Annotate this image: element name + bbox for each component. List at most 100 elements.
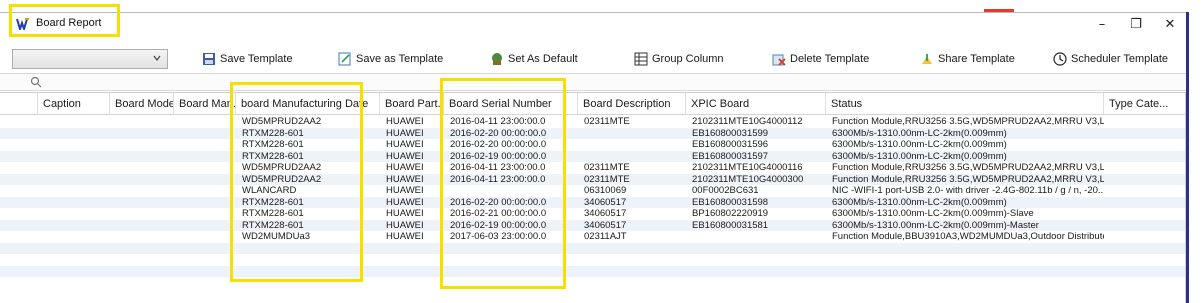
share-icon — [922, 54, 932, 64]
table-cell — [2, 266, 38, 278]
save-as-template-label: Save as Template — [356, 53, 444, 65]
table-cell: EB160800031598 — [692, 196, 769, 208]
table-cell — [580, 128, 686, 140]
table-cell — [688, 243, 826, 255]
table-row[interactable] — [0, 242, 1185, 255]
table-cell — [40, 243, 110, 255]
board-report-window: Board Report – ❐ ✕ Save Template Save as… — [0, 12, 1188, 303]
table-cell: HUAWEI — [386, 219, 424, 231]
board-report-table: Caption Board Model Board Man... board Manu… — [0, 92, 1186, 303]
table-cell — [40, 162, 110, 174]
table-row[interactable]: WD5MPRUD2AA2 HUAWEI 2016-04-11 23:00:00.0 0… — [0, 116, 1185, 128]
table-cell — [40, 254, 110, 266]
table-cell — [2, 116, 38, 128]
table-row[interactable]: RTXM228-601 HUAWEI 2016-02-20 00:00:00.0 34… — [0, 196, 1185, 209]
column-header[interactable]: Board Part... — [380, 93, 444, 115]
search-icon[interactable] — [30, 76, 44, 90]
table-cell — [176, 277, 236, 289]
table-cell — [1106, 162, 1185, 174]
table-cell — [2, 231, 38, 243]
column-header[interactable]: Board Description — [578, 93, 686, 115]
highlight-box-title — [9, 4, 120, 37]
table-cell: 02311MTE — [584, 162, 630, 173]
table-cell — [40, 208, 110, 220]
table-cell — [1106, 151, 1185, 163]
table-cell — [112, 139, 174, 151]
table-cell — [112, 128, 174, 140]
table-row[interactable]: WD2MUMDUa3 HUAWEI 2017-06-03 23:00:00.0 023… — [0, 231, 1185, 243]
scheduler-template-label: Scheduler Template — [1071, 53, 1169, 65]
table-cell: Function Module,RRU3256 3.5G,WD5MPRUD2AA… — [832, 173, 1104, 185]
column-header[interactable]: Board Model — [110, 93, 174, 115]
table-row[interactable] — [0, 254, 1185, 266]
table-cell: EB160800031581 — [692, 219, 769, 231]
table-row[interactable]: WD5MPRUD2AA2 HUAWEI 2016-04-11 23:00:00.0 0… — [0, 173, 1185, 186]
table-cell: EB160800031597 — [692, 150, 769, 162]
desktop-strip — [0, 0, 1202, 12]
table-cell — [40, 197, 110, 209]
column-header[interactable]: Board Man... — [174, 93, 236, 115]
table-cell — [176, 162, 236, 174]
table-row[interactable] — [0, 265, 1185, 278]
table-cell — [1106, 277, 1185, 289]
save-template-button[interactable]: Save Template — [202, 49, 293, 69]
delete-template-button[interactable]: Delete Template — [772, 49, 869, 69]
table-cell — [1106, 266, 1185, 278]
delete-icon — [772, 54, 786, 66]
table-cell — [1106, 197, 1185, 209]
close-button[interactable]: ✕ — [1152, 13, 1188, 35]
table-cell — [580, 266, 686, 278]
table-row[interactable]: RTXM228-601 HUAWEI 2016-02-20 00:00:00.0 EB… — [0, 139, 1185, 151]
scheduler-template-button[interactable]: Scheduler Template — [1053, 49, 1168, 69]
table-row[interactable]: RTXM228-601 HUAWEI 2016-02-20 00:00:00.0 EB… — [0, 127, 1185, 140]
table-cell — [176, 208, 236, 220]
table-cell: HUAWEI — [386, 150, 424, 162]
maximize-button[interactable]: ❐ — [1118, 13, 1154, 35]
table-cell — [176, 254, 236, 266]
column-header[interactable]: Type Cate... — [1104, 93, 1185, 115]
column-header[interactable]: Caption — [38, 93, 110, 115]
table-cell — [1106, 174, 1185, 186]
table-row[interactable] — [0, 277, 1185, 289]
table-cell: 02311MTE — [584, 173, 630, 185]
table-cell: HUAWEI — [386, 231, 424, 242]
table-cell: 34060517 — [584, 219, 627, 231]
table-cell — [382, 277, 444, 289]
table-cell: HUAWEI — [386, 162, 424, 173]
table-cell — [1106, 128, 1185, 140]
table-row[interactable]: RTXM228-601 HUAWEI 2016-02-19 00:00:00.0 EB… — [0, 150, 1185, 163]
table-cell — [382, 266, 444, 278]
table-cell: 6300Mb/s-1310.00nm-LC-2km(0.009mm) — [832, 196, 1007, 208]
table-cell: HUAWEI — [386, 196, 424, 208]
table-cell — [2, 139, 38, 151]
table-cell — [176, 128, 236, 140]
chevron-down-icon — [153, 55, 161, 61]
table-cell — [112, 116, 174, 128]
table-cell: HUAWEI — [386, 116, 424, 127]
table-cell: Function Module,RRU3256 3.5G,WD5MPRUD2AA… — [832, 162, 1104, 173]
table-row[interactable]: WLANCARD HUAWEI 06310069 00F0002BC631 NIC -W… — [0, 185, 1185, 197]
table-cell — [688, 266, 826, 278]
share-template-button[interactable]: Share Template — [920, 49, 1015, 69]
table-cell — [176, 266, 236, 278]
table-cell — [580, 243, 686, 255]
table-cell: 6300Mb/s-1310.00nm-LC-2km(0.009mm)-Maste… — [832, 219, 1039, 231]
set-as-default-button[interactable]: Set As Default — [490, 49, 578, 69]
group-column-button[interactable]: Group Column — [634, 49, 724, 69]
table-row[interactable]: RTXM228-601 HUAWEI 2016-02-21 00:00:00.0 34… — [0, 208, 1185, 220]
table-row[interactable]: WD5MPRUD2AA2 HUAWEI 2016-04-11 23:00:00.0 0… — [0, 162, 1185, 174]
table-cell — [1106, 220, 1185, 232]
set-as-default-label: Set As Default — [508, 53, 578, 65]
table-cell: HUAWEI — [386, 208, 424, 219]
save-as-template-button[interactable]: Save as Template — [338, 49, 443, 69]
table-cell — [828, 277, 1104, 289]
column-header[interactable]: XPIC Board — [686, 93, 826, 115]
template-select[interactable] — [12, 49, 168, 69]
table-cell: Function Module,BBU3910A3,WD2MUMDUa3,Out… — [832, 231, 1104, 242]
table-row[interactable]: RTXM228-601 HUAWEI 2016-02-19 00:00:00.0 34… — [0, 219, 1185, 232]
table-cell — [176, 197, 236, 209]
minimize-button[interactable]: – — [1084, 13, 1120, 35]
group-column-icon — [634, 52, 648, 66]
column-header[interactable] — [0, 93, 38, 115]
column-header[interactable]: Status — [826, 93, 1104, 115]
